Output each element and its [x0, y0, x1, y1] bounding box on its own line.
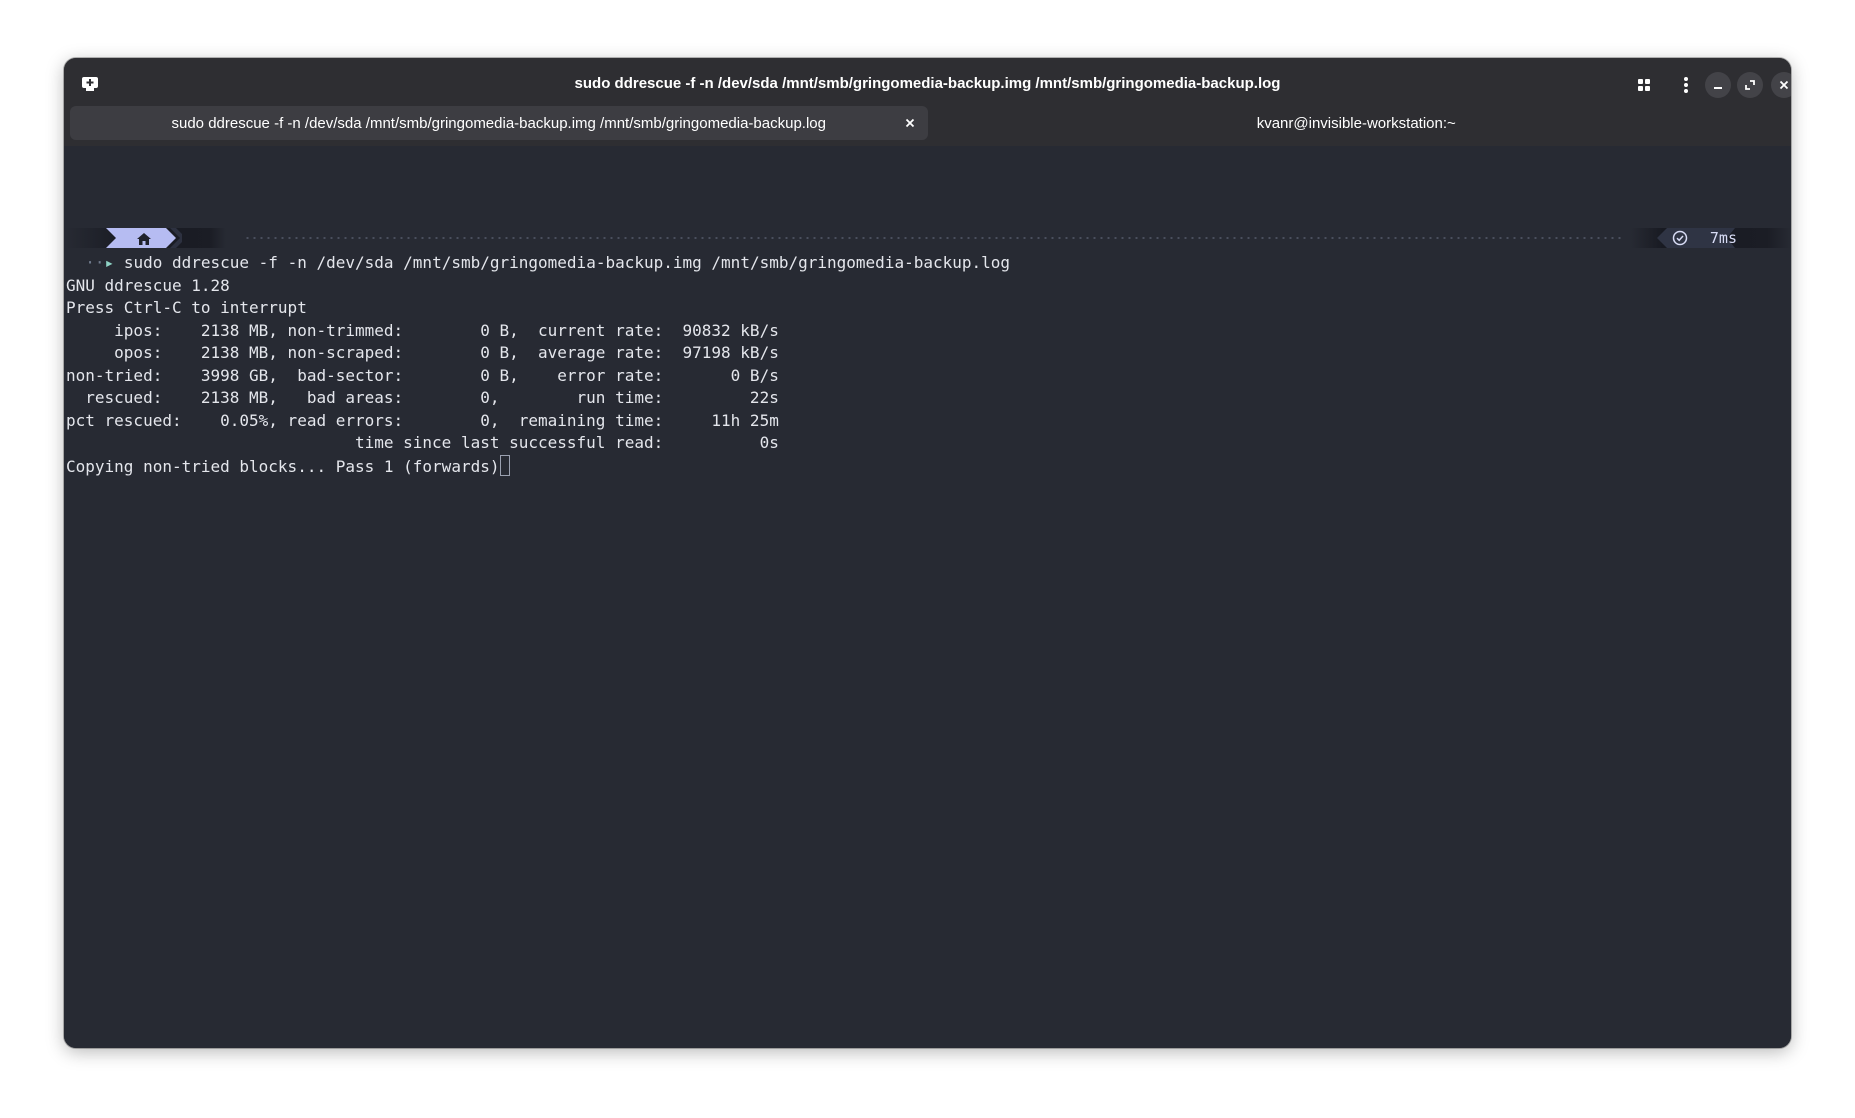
prompt-filler-dots [244, 237, 1621, 239]
tab-label: sudo ddrescue -f -n /dev/sda /mnt/smb/gr… [171, 114, 827, 132]
tab-close-icon[interactable] [900, 113, 920, 133]
output-line: time since last successful read: 0s [66, 433, 779, 452]
output-line: rescued: 2138 MB, bad areas: 0, run time… [66, 388, 779, 407]
tab-ddrescue[interactable]: sudo ddrescue -f -n /dev/sda /mnt/smb/gr… [70, 106, 928, 140]
kebab-menu-icon[interactable] [1673, 72, 1699, 98]
terminal-output: ··▸ sudo ddrescue -f -n /dev/sda /mnt/sm… [66, 252, 1010, 478]
output-line: non-tried: 3998 GB, bad-sector: 0 B, err… [66, 365, 779, 385]
command-duration: 7ms [1709, 229, 1737, 247]
output-line: GNU ddrescue 1.28 [66, 275, 230, 295]
header-bar: sudo ddrescue -f -n /dev/sda /mnt/smb/gr… [64, 58, 1791, 146]
home-segment [106, 228, 186, 250]
output-line: Press Ctrl-C to interrupt [66, 298, 307, 317]
command-text: sudo ddrescue -f -n /dev/sda /mnt/smb/gr… [123, 253, 1011, 272]
terminal-window: sudo ddrescue -f -n /dev/sda /mnt/smb/gr… [64, 58, 1791, 1048]
status-text: Copying non-tried blocks... Pass 1 (forw… [66, 456, 500, 476]
prompt-arrow-icon: ▸ [104, 253, 115, 272]
output-line: pct rescued: 0.05%, read errors: 0, rema… [66, 410, 779, 430]
text-cursor [500, 454, 511, 476]
prompt-status-bar: 7ms [64, 228, 1791, 248]
prompt-symbol: ·· [66, 253, 105, 272]
tab-bar: sudo ddrescue -f -n /dev/sda /mnt/smb/gr… [70, 106, 1785, 140]
command-line: ··▸ sudo ddrescue -f -n /dev/sda /mnt/sm… [66, 252, 1010, 275]
minimize-icon[interactable] [1705, 72, 1731, 98]
status-line: Copying non-tried blocks... Pass 1 (forw… [66, 454, 1010, 479]
maximize-icon[interactable] [1737, 72, 1763, 98]
tab-label: kvanr@invisible-workstation:~ [1256, 114, 1456, 132]
grid-icon[interactable] [1631, 72, 1657, 98]
terminal-view[interactable]: 7ms ··▸ sudo ddrescue -f -n /dev/sda /mn… [64, 146, 1791, 1048]
tab-home-shell[interactable]: kvanr@invisible-workstation:~ [928, 106, 1786, 140]
window-title: sudo ddrescue -f -n /dev/sda /mnt/smb/gr… [574, 75, 1281, 92]
output-line: opos: 2138 MB, non-scraped: 0 B, average… [66, 343, 779, 362]
close-icon[interactable] [1771, 72, 1791, 98]
check-circle-icon [1672, 230, 1688, 250]
output-line: ipos: 2138 MB, non-trimmed: 0 B, current… [66, 320, 779, 340]
home-icon [136, 231, 152, 250]
